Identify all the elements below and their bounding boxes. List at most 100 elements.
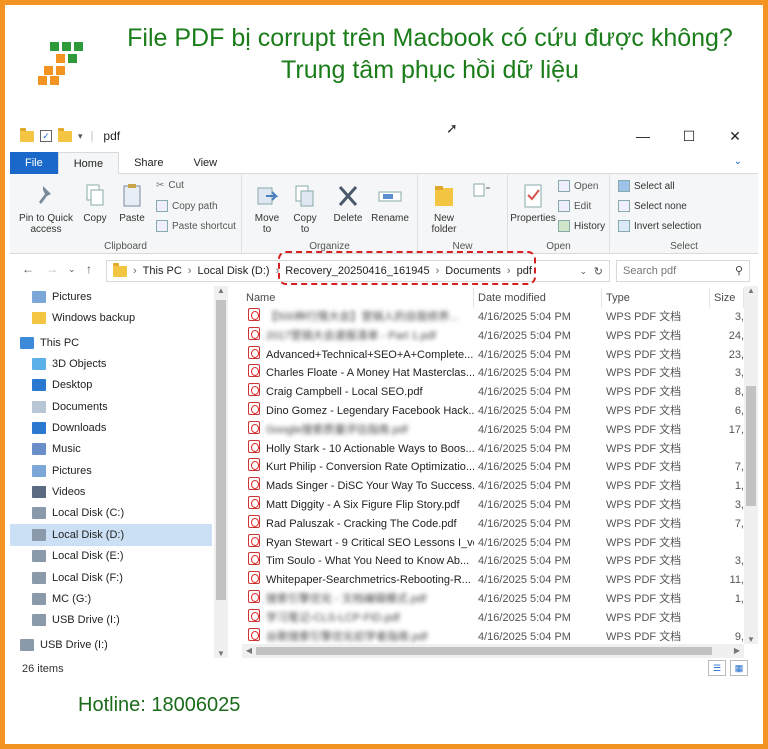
- large-icons-view-icon[interactable]: ▦: [730, 660, 748, 676]
- scroll-right-icon[interactable]: ▶: [730, 646, 744, 655]
- close-icon[interactable]: ✕: [712, 120, 758, 152]
- cut-button[interactable]: ✂ Cut: [156, 180, 184, 191]
- pictures-icon: [32, 464, 46, 477]
- nav-item[interactable]: Pictures: [10, 286, 212, 308]
- nav-item[interactable]: Local Disk (E:): [10, 545, 212, 567]
- address-dropdown-icon[interactable]: ⌄: [579, 266, 587, 277]
- minimize-icon[interactable]: —: [620, 120, 666, 152]
- move-to-button[interactable]: Move to: [250, 182, 284, 235]
- copy-button[interactable]: Copy: [78, 182, 112, 224]
- nav-item[interactable]: Documents: [10, 396, 212, 418]
- pin-quick-access-button[interactable]: Pin to Quick access: [14, 182, 78, 235]
- file-row[interactable]: Google搜索质量评估指南.pdf 4/16/2025 5:04 PM WPS P…: [242, 420, 744, 440]
- up-icon[interactable]: ↑: [86, 262, 92, 276]
- nav-item-label: Downloads: [52, 421, 107, 434]
- delete-button[interactable]: Delete: [330, 182, 366, 224]
- nav-item[interactable]: Windows backup: [10, 307, 212, 329]
- breadcrumb-local-disk-d[interactable]: Local Disk (D:): [197, 265, 269, 277]
- new-folder-button[interactable]: New folder: [424, 182, 464, 235]
- file-scrollbar[interactable]: ▲ ▼: [744, 286, 758, 644]
- invert-selection-button[interactable]: Invert selection: [618, 220, 701, 232]
- file-row[interactable]: Holly Stark - 10 Actionable Ways to Boos…: [242, 439, 744, 459]
- details-view-icon[interactable]: ☰: [708, 660, 726, 676]
- file-row[interactable]: 学习笔记-CLS-LCP-FID.pdf 4/16/2025 5:04 PM WPS…: [242, 608, 744, 628]
- forward-icon[interactable]: →: [46, 262, 58, 276]
- nav-item[interactable]: Local Disk (D:): [10, 524, 212, 546]
- file-type: WPS PDF 文档: [606, 329, 682, 342]
- tab-file[interactable]: File: [10, 152, 58, 174]
- rename-icon: [378, 191, 402, 202]
- file-row[interactable]: Tim Soulo - What You Need to Know Ab... 4…: [242, 552, 744, 571]
- nav-item[interactable]: Local Disk (C:): [10, 502, 212, 524]
- select-none-button[interactable]: Select none: [618, 200, 687, 212]
- nav-item[interactable]: 3D Objects: [10, 353, 212, 375]
- refresh-icon[interactable]: ↻: [594, 265, 603, 278]
- nav-item[interactable]: This PC: [10, 332, 212, 354]
- nav-item[interactable]: USB Drive (I:): [10, 609, 212, 631]
- file-row[interactable]: Kurt Philip - Conversion Rate Optimizati…: [242, 458, 744, 477]
- new-item-button[interactable]: [468, 182, 496, 203]
- file-row[interactable]: Matt Diggity - A Six Figure Flip Story.p…: [242, 496, 744, 515]
- column-date-modified[interactable]: Date modified: [474, 288, 602, 308]
- search-input[interactable]: Search pdf ⚲: [616, 260, 750, 282]
- file-row[interactable]: Advanced+Technical+SEO+A+Complete... 4/16…: [242, 345, 744, 365]
- ribbon-collapse-icon[interactable]: ⌄: [734, 156, 742, 167]
- pdf-file-icon: [248, 590, 260, 603]
- file-row[interactable]: 2017营销大会速报清单 - Part 1.pdf 4/16/2025 5:04 …: [242, 326, 744, 346]
- new-folder-icon[interactable]: [58, 127, 72, 142]
- history-button[interactable]: History: [558, 220, 605, 232]
- nav-scrollbar[interactable]: ▲ ▼: [214, 286, 228, 658]
- nav-item[interactable]: USB Drive (I:): [10, 634, 212, 656]
- file-name: 2017营销大会速报清单 - Part 1.pdf: [266, 329, 436, 342]
- qat-dropdown-icon[interactable]: ▾: [78, 131, 83, 142]
- file-row[interactable]: 搜索引擎优化 - 文档编辑模式.pdf 4/16/2025 5:04 PM WPS …: [242, 590, 744, 609]
- file-row[interactable]: Dino Gomez - Legendary Facebook Hack... 4…: [242, 402, 744, 421]
- pdf-file-icon: [248, 458, 260, 472]
- breadcrumb-this-pc[interactable]: This PC: [143, 265, 182, 277]
- file-row[interactable]: 【500种行情大会】营销人的自我修养... 4/16/2025 5:04 PM WP…: [242, 308, 744, 327]
- rename-button[interactable]: Rename: [370, 182, 410, 224]
- file-row[interactable]: Rad Paluszak - Cracking The Code.pdf 4/16…: [242, 514, 744, 534]
- paste-shortcut-button[interactable]: Paste shortcut: [156, 220, 236, 232]
- maximize-icon[interactable]: ☐: [666, 120, 712, 152]
- file-row[interactable]: Whitepaper-Searchmetrics-Rebooting-R... 4…: [242, 571, 744, 590]
- scroll-up-icon[interactable]: ▲: [744, 286, 758, 295]
- paste-button[interactable]: Paste: [114, 182, 150, 224]
- nav-scroll-thumb[interactable]: [216, 300, 226, 600]
- properties-button[interactable]: Properties: [510, 182, 556, 224]
- properties-check-icon[interactable]: ✓: [40, 130, 52, 142]
- column-type[interactable]: Type: [602, 288, 710, 308]
- file-scroll-thumb[interactable]: [746, 386, 756, 506]
- scroll-down-icon[interactable]: ▼: [744, 635, 758, 644]
- copy-to-button[interactable]: Copy to: [288, 182, 322, 235]
- nav-item[interactable]: Local Disk (F:): [10, 567, 212, 589]
- scroll-down-icon[interactable]: ▼: [214, 649, 228, 658]
- file-row[interactable]: Charles Floate - A Money Hat Masterclas.…: [242, 364, 744, 383]
- open-button[interactable]: Open: [558, 180, 598, 192]
- nav-item[interactable]: Music: [10, 438, 212, 460]
- tab-share[interactable]: Share: [119, 152, 178, 174]
- scroll-left-icon[interactable]: ◀: [242, 646, 256, 655]
- column-name[interactable]: Name: [242, 288, 474, 308]
- horizontal-scrollbar[interactable]: ◀ ▶: [242, 644, 744, 658]
- folder-icon: [113, 262, 127, 277]
- horizontal-scroll-thumb[interactable]: [256, 647, 712, 655]
- file-name: Ryan Stewart - 9 Critical SEO Lessons I_…: [266, 536, 474, 549]
- nav-item[interactable]: MC (G:): [10, 588, 212, 610]
- tab-view[interactable]: View: [178, 152, 232, 174]
- edit-button[interactable]: Edit: [558, 200, 591, 212]
- nav-item[interactable]: Desktop: [10, 374, 212, 396]
- file-row[interactable]: Ryan Stewart - 9 Critical SEO Lessons I_…: [242, 533, 744, 553]
- file-row[interactable]: Craig Campbell - Local SEO.pdf 4/16/2025 …: [242, 383, 744, 402]
- copy-path-button[interactable]: Copy path: [156, 200, 218, 212]
- nav-item[interactable]: Downloads: [10, 417, 212, 439]
- nav-item[interactable]: Pictures: [10, 460, 212, 482]
- select-all-button[interactable]: Select all: [618, 180, 675, 192]
- tab-home[interactable]: Home: [57, 152, 120, 174]
- nav-item[interactable]: Videos: [10, 481, 212, 503]
- scroll-up-icon[interactable]: ▲: [214, 286, 228, 295]
- recent-locations-icon[interactable]: ⌄: [68, 264, 76, 275]
- back-icon[interactable]: ←: [22, 262, 34, 276]
- file-row[interactable]: Mads Singer - DiSC Your Way To Success..…: [242, 477, 744, 496]
- column-size[interactable]: Size: [710, 288, 744, 308]
